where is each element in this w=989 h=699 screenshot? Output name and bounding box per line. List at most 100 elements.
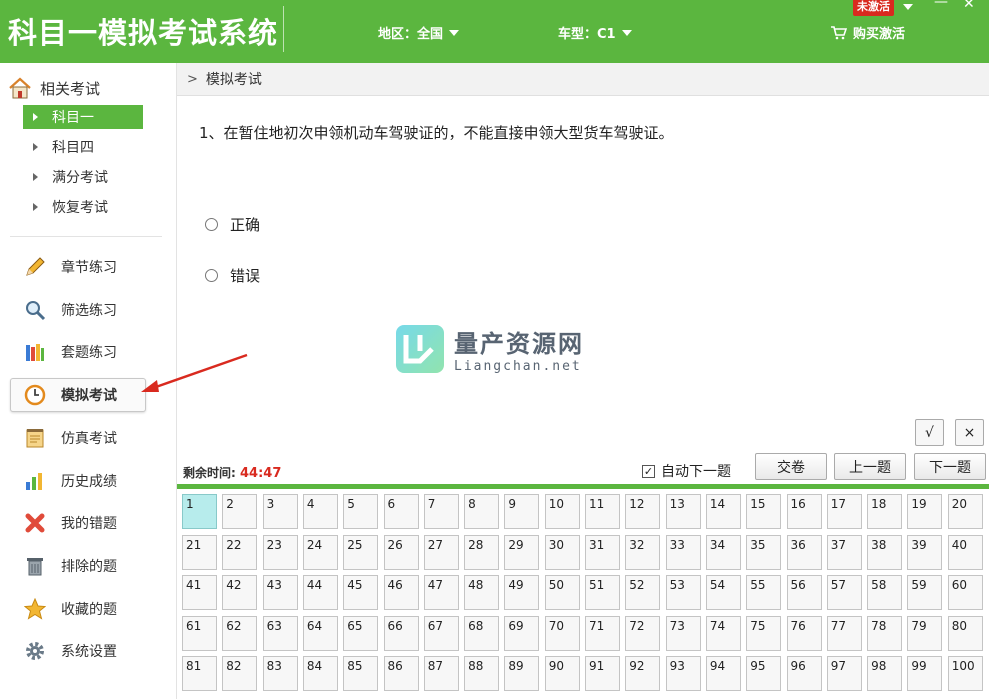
question-number-cell[interactable]: 32 xyxy=(625,534,661,570)
question-number-cell[interactable]: 14 xyxy=(705,494,741,529)
question-number-cell[interactable]: 36 xyxy=(786,534,822,570)
question-number-cell[interactable]: 7 xyxy=(423,494,459,529)
nav-item-1[interactable]: 筛选练习 xyxy=(10,293,146,327)
auto-next-toggle[interactable]: ✓ 自动下一题 xyxy=(642,461,731,481)
question-number-cell[interactable]: 55 xyxy=(746,575,782,610)
question-number-cell[interactable]: 83 xyxy=(262,656,298,691)
option-true[interactable]: 正确 xyxy=(205,214,260,235)
radio-icon[interactable] xyxy=(205,269,218,282)
question-number-cell[interactable]: 24 xyxy=(302,534,338,570)
question-number-cell[interactable]: 77 xyxy=(826,615,862,651)
question-number-cell[interactable]: 90 xyxy=(544,656,580,691)
question-number-cell[interactable]: 16 xyxy=(786,494,822,529)
question-number-cell[interactable]: 19 xyxy=(907,494,943,529)
question-number-cell[interactable]: 27 xyxy=(423,534,459,570)
question-number-cell[interactable]: 70 xyxy=(544,615,580,651)
question-number-cell[interactable]: 98 xyxy=(867,656,903,691)
question-number-cell[interactable]: 33 xyxy=(665,534,701,570)
question-number-cell[interactable]: 56 xyxy=(786,575,822,610)
question-number-cell[interactable]: 5 xyxy=(343,494,379,529)
question-number-cell[interactable]: 94 xyxy=(705,656,741,691)
question-number-cell[interactable]: 88 xyxy=(464,656,500,691)
question-number-cell[interactable]: 41 xyxy=(182,575,217,610)
question-number-cell[interactable]: 51 xyxy=(585,575,620,610)
question-number-cell[interactable]: 34 xyxy=(705,534,741,570)
nav-item-2[interactable]: 套题练习 xyxy=(10,335,146,369)
question-number-cell[interactable]: 37 xyxy=(826,534,862,570)
question-number-cell[interactable]: 75 xyxy=(746,615,782,651)
question-number-cell[interactable]: 86 xyxy=(383,656,419,691)
question-number-cell[interactable]: 50 xyxy=(544,575,580,610)
sidebar-subitem-3[interactable]: 恢复考试 xyxy=(23,195,143,219)
question-number-cell[interactable]: 84 xyxy=(302,656,338,691)
menu-dropdown-icon[interactable] xyxy=(903,0,913,14)
option-false[interactable]: 错误 xyxy=(205,265,260,286)
question-number-cell[interactable]: 2 xyxy=(222,494,258,529)
question-number-cell[interactable]: 66 xyxy=(383,615,419,651)
question-number-cell[interactable]: 80 xyxy=(947,615,983,651)
question-number-cell[interactable]: 43 xyxy=(262,575,298,610)
question-number-cell[interactable]: 40 xyxy=(947,534,983,570)
question-number-cell[interactable]: 31 xyxy=(585,534,620,570)
question-number-cell[interactable]: 69 xyxy=(504,615,540,651)
question-number-cell[interactable]: 28 xyxy=(464,534,500,570)
next-question-button[interactable]: 下一题 xyxy=(914,453,986,480)
nav-item-3[interactable]: 模拟考试 xyxy=(10,378,146,413)
question-number-cell[interactable]: 87 xyxy=(423,656,459,691)
question-number-cell[interactable]: 11 xyxy=(585,494,620,529)
question-number-cell[interactable]: 91 xyxy=(585,656,620,691)
question-number-cell[interactable]: 49 xyxy=(504,575,540,610)
question-number-cell[interactable]: 21 xyxy=(182,534,217,570)
question-number-cell[interactable]: 48 xyxy=(464,575,500,610)
question-number-cell[interactable]: 67 xyxy=(423,615,459,651)
question-number-cell[interactable]: 62 xyxy=(222,615,258,651)
question-number-cell[interactable]: 71 xyxy=(585,615,620,651)
question-number-cell[interactable]: 79 xyxy=(907,615,943,651)
region-selector[interactable]: 地区：全国 xyxy=(378,23,460,42)
car-type-selector[interactable]: 车型：C1 xyxy=(558,23,632,42)
question-number-cell[interactable]: 78 xyxy=(867,615,903,651)
question-number-cell[interactable]: 89 xyxy=(504,656,540,691)
question-number-cell[interactable]: 30 xyxy=(544,534,580,570)
question-number-cell[interactable]: 10 xyxy=(544,494,580,529)
question-number-cell[interactable]: 46 xyxy=(383,575,419,610)
question-number-cell[interactable]: 72 xyxy=(625,615,661,651)
question-number-cell[interactable]: 17 xyxy=(826,494,862,529)
nav-item-6[interactable]: 我的错题 xyxy=(10,506,146,540)
question-number-cell[interactable]: 92 xyxy=(625,656,661,691)
close-icon[interactable]: ✕ xyxy=(963,0,975,12)
question-number-cell[interactable]: 15 xyxy=(746,494,782,529)
prev-question-button[interactable]: 上一题 xyxy=(834,453,906,480)
question-number-cell[interactable]: 20 xyxy=(947,494,983,529)
question-number-cell[interactable]: 38 xyxy=(867,534,903,570)
question-number-cell[interactable]: 18 xyxy=(867,494,903,529)
submit-exam-button[interactable]: 交卷 xyxy=(755,453,827,480)
question-number-cell[interactable]: 96 xyxy=(786,656,822,691)
question-number-cell[interactable]: 6 xyxy=(383,494,419,529)
sidebar-subitem-2[interactable]: 满分考试 xyxy=(23,165,143,189)
buy-activate-button[interactable]: 购买激活 xyxy=(830,23,905,42)
question-number-cell[interactable]: 13 xyxy=(665,494,701,529)
question-number-cell[interactable]: 97 xyxy=(826,656,862,691)
question-number-cell[interactable]: 63 xyxy=(262,615,298,651)
question-number-cell[interactable]: 12 xyxy=(625,494,661,529)
nav-item-9[interactable]: 系统设置 xyxy=(10,634,146,668)
nav-item-5[interactable]: 历史成绩 xyxy=(10,464,146,498)
question-number-cell[interactable]: 26 xyxy=(383,534,419,570)
question-number-cell[interactable]: 64 xyxy=(302,615,338,651)
radio-icon[interactable] xyxy=(205,218,218,231)
question-number-cell[interactable]: 100 xyxy=(947,656,983,691)
question-number-cell[interactable]: 35 xyxy=(746,534,782,570)
question-number-cell[interactable]: 57 xyxy=(826,575,862,610)
question-number-cell[interactable]: 52 xyxy=(625,575,661,610)
clear-answer-button[interactable]: × xyxy=(955,419,984,446)
question-number-cell[interactable]: 54 xyxy=(705,575,741,610)
question-number-cell[interactable]: 58 xyxy=(867,575,903,610)
sidebar-subitem-1[interactable]: 科目四 xyxy=(23,135,143,159)
question-number-cell[interactable]: 25 xyxy=(343,534,379,570)
question-number-cell[interactable]: 45 xyxy=(343,575,379,610)
question-number-cell[interactable]: 42 xyxy=(222,575,258,610)
question-number-cell[interactable]: 95 xyxy=(746,656,782,691)
question-number-cell[interactable]: 76 xyxy=(786,615,822,651)
question-number-cell[interactable]: 73 xyxy=(665,615,701,651)
